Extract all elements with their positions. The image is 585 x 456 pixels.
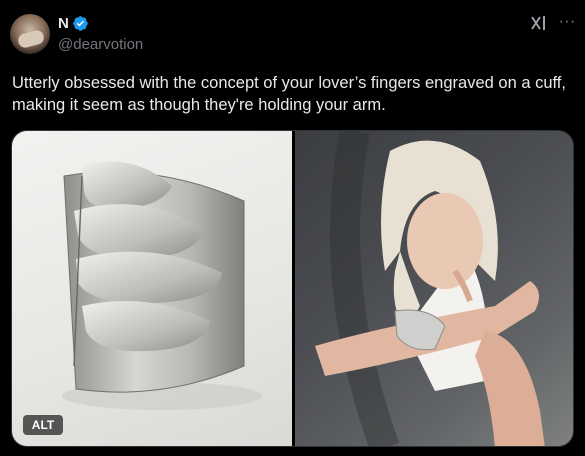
grok-icon[interactable] bbox=[529, 13, 549, 33]
tweet-media[interactable]: ALT bbox=[11, 130, 574, 447]
avatar[interactable] bbox=[10, 14, 50, 54]
verified-badge-icon bbox=[73, 15, 88, 31]
cuff-illustration bbox=[62, 161, 262, 410]
author-name-row[interactable]: N bbox=[58, 14, 89, 32]
tweet-text: Utterly obsessed with the concept of you… bbox=[12, 74, 566, 114]
tweet-header: N @dearvotion ··· bbox=[0, 0, 585, 64]
author-handle[interactable]: @dearvotion bbox=[58, 36, 143, 53]
silver-finger-cuff-photo[interactable] bbox=[12, 131, 292, 446]
alt-text-badge[interactable]: ALT bbox=[23, 415, 63, 435]
woman-wearing-cuff-photo[interactable] bbox=[295, 131, 573, 446]
more-icon[interactable]: ··· bbox=[556, 12, 578, 32]
woman-illustration bbox=[295, 131, 573, 446]
display-name[interactable]: N bbox=[58, 15, 69, 32]
